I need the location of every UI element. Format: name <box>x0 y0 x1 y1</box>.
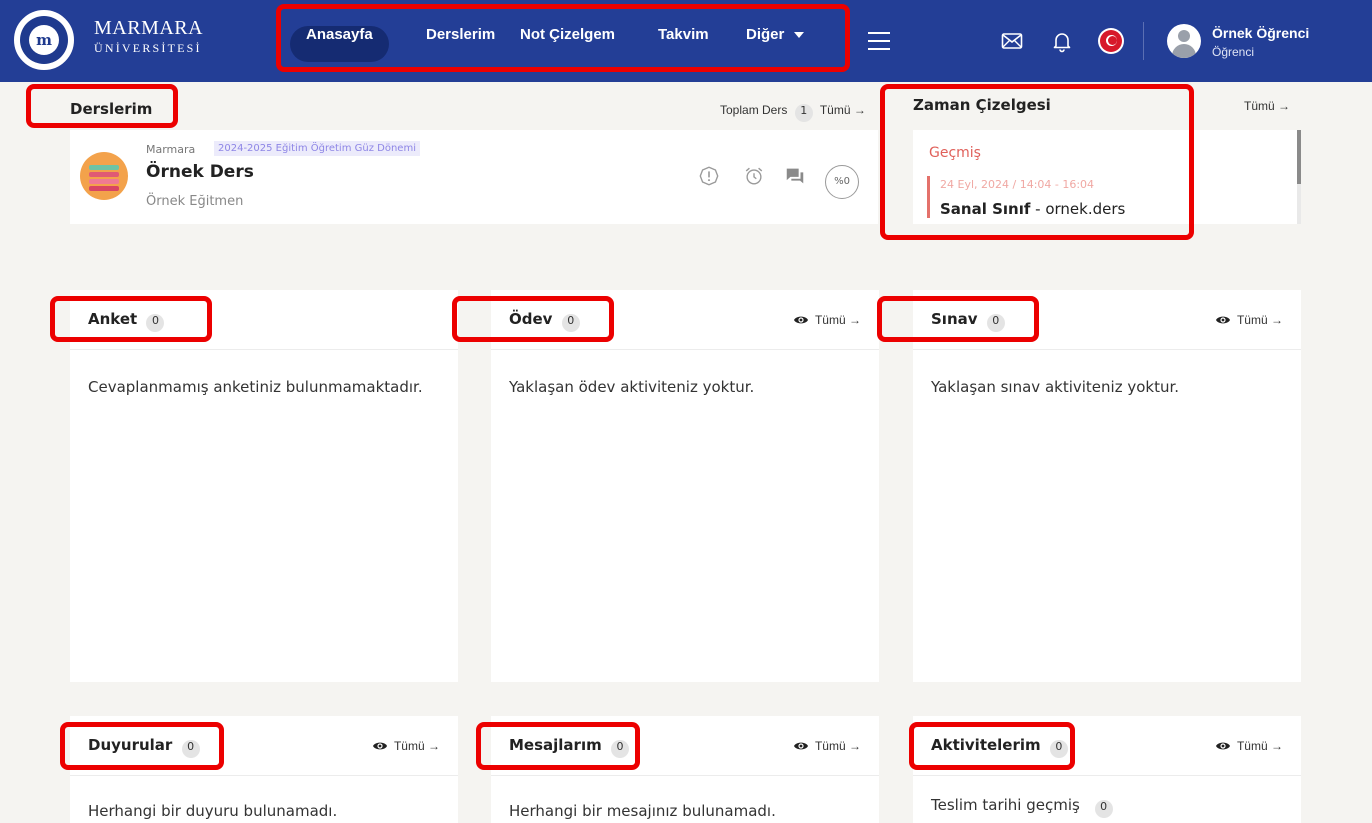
logo-letter: m <box>29 25 59 55</box>
mesajlarim-title: Mesajlarım 0 <box>509 736 633 758</box>
mesajlarim-widget: Mesajlarım 0 Tümü → Herhangi bir mesajın… <box>491 716 879 823</box>
mesajlarim-count: 0 <box>610 740 629 758</box>
sinav-count: 0 <box>986 314 1005 332</box>
total-courses: Toplam Ders 1 Tümü → <box>720 103 866 122</box>
duyurular-widget: Duyurular 0 Tümü → Herhangi bir duyuru b… <box>70 716 458 823</box>
total-courses-label: Toplam Ders <box>720 103 788 117</box>
anket-title: Anket 0 <box>88 310 168 332</box>
timeline-bar <box>927 176 930 218</box>
bell-icon[interactable] <box>1050 29 1074 53</box>
odev-count: 0 <box>561 314 580 332</box>
odev-empty-text: Yaklaşan ödev aktiviteniz yoktur. <box>509 378 755 396</box>
eye-icon <box>793 316 808 324</box>
menu-icon[interactable] <box>868 32 890 50</box>
eye-icon <box>793 742 808 750</box>
sinav-all-link[interactable]: Tümü → <box>1215 313 1283 327</box>
nav-derslerim[interactable]: Derslerim <box>410 26 511 62</box>
alarm-clock-icon[interactable] <box>743 165 765 187</box>
aktivitelerim-all-link[interactable]: Tümü → <box>1215 739 1283 753</box>
courses-all-link[interactable]: Tümü <box>820 103 851 117</box>
sinav-widget-header: Sınav 0 Tümü → <box>913 290 1301 350</box>
nav-diger[interactable]: Diğer <box>730 26 820 62</box>
alert-icon[interactable] <box>698 165 720 187</box>
user-role: Öğrenci <box>1212 45 1255 59</box>
odev-title: Ödev 0 <box>509 310 584 332</box>
course-term-badge: 2024-2025 Eğitim Öğretim Güz Dönemi <box>214 141 420 156</box>
anket-widget-header: Anket 0 <box>70 290 458 350</box>
overdue-count: 0 <box>1094 800 1113 818</box>
courses-section-title: Derslerim <box>70 100 153 118</box>
mesajlarim-widget-header: Mesajlarım 0 Tümü → <box>491 716 879 776</box>
logo-ring: m <box>20 16 68 64</box>
arrow-right-icon[interactable]: → <box>854 103 866 117</box>
nav-diger-label: Diğer <box>746 26 785 43</box>
overdue-row[interactable]: Teslim tarihi geçmiş 0 <box>931 796 1117 818</box>
sinav-empty-text: Yaklaşan sınav aktiviteniz yoktur. <box>931 378 1180 396</box>
course-title[interactable]: Örnek Ders <box>146 162 254 182</box>
chat-icon[interactable] <box>784 165 806 187</box>
nav-anasayfa[interactable]: Anasayfa <box>290 26 389 62</box>
arrow-right-icon: → <box>1278 99 1291 113</box>
timeline-event-type: Sanal Sınıf <box>940 200 1031 218</box>
timeline-scrollbar[interactable] <box>1297 130 1301 224</box>
eye-icon <box>1215 742 1230 750</box>
eye-icon <box>372 742 387 750</box>
mesajlarim-all-link[interactable]: Tümü → <box>793 739 861 753</box>
timeline-all-label: Tümü <box>1244 99 1275 113</box>
anket-count: 0 <box>146 314 165 332</box>
eye-icon <box>1215 316 1230 324</box>
header-divider <box>1143 22 1144 60</box>
aktivitelerim-widget-header: Aktivitelerim 0 Tümü → <box>913 716 1301 776</box>
course-org: Marmara <box>146 143 196 156</box>
chevron-down-icon <box>794 32 805 39</box>
timeline-title: Zaman Çizelgesi <box>913 96 1051 114</box>
duyurular-empty-text: Herhangi bir duyuru bulunamadı. <box>88 802 338 820</box>
course-progress: %0 <box>825 165 859 199</box>
overdue-label: Teslim tarihi geçmiş <box>931 796 1080 814</box>
course-instructor: Örnek Eğitmen <box>146 194 244 209</box>
timeline-event-date: 24 Eyl, 2024 / 14:04 - 16:04 <box>940 178 1095 191</box>
duyurular-title: Duyurular 0 <box>88 736 204 758</box>
total-courses-count: 1 <box>794 104 813 122</box>
timeline-all-link[interactable]: Tümü → <box>1244 99 1290 113</box>
duyurular-all-link[interactable]: Tümü → <box>372 739 440 753</box>
odev-all-link[interactable]: Tümü → <box>793 313 861 327</box>
aktivitelerim-title: Aktivitelerim 0 <box>931 736 1072 758</box>
timeline-group-label: Geçmiş <box>929 145 981 161</box>
nav-takvim[interactable]: Takvim <box>642 26 725 62</box>
turkey-flag-icon[interactable] <box>1098 28 1124 54</box>
timeline-box: Geçmiş 24 Eyl, 2024 / 14:04 - 16:04 Sana… <box>913 130 1301 224</box>
books-icon[interactable] <box>80 152 128 200</box>
sinav-title: Sınav 0 <box>931 310 1009 332</box>
avatar[interactable] <box>1167 24 1201 58</box>
aktivitelerim-widget: Aktivitelerim 0 Tümü → Teslim tarihi geç… <box>913 716 1301 823</box>
user-name[interactable]: Örnek Öğrenci <box>1212 25 1309 41</box>
mesajlarim-empty-text: Herhangi bir mesajınız bulunamadı. <box>509 802 776 820</box>
duyurular-widget-header: Duyurular 0 Tümü → <box>70 716 458 776</box>
brand-name[interactable]: MARMARA <box>94 17 203 40</box>
mail-icon[interactable] <box>1000 29 1024 53</box>
odev-widget: Ödev 0 Tümü → Yaklaşan ödev aktiviteniz … <box>491 290 879 682</box>
university-logo[interactable]: m <box>14 10 74 70</box>
sinav-widget: Sınav 0 Tümü → Yaklaşan sınav aktiviteni… <box>913 290 1301 682</box>
odev-widget-header: Ödev 0 Tümü → <box>491 290 879 350</box>
anket-empty-text: Cevaplanmamış anketiniz bulunmamaktadır. <box>88 378 423 396</box>
aktivitelerim-count: 0 <box>1049 740 1068 758</box>
duyurular-count: 0 <box>181 740 200 758</box>
course-card[interactable]: Marmara 2024-2025 Eğitim Öğretim Güz Dön… <box>70 130 878 224</box>
timeline-event-separator: - <box>1030 200 1046 218</box>
timeline-event-course: ornek.ders <box>1045 200 1126 218</box>
anket-widget: Anket 0 Cevaplanmamış anketiniz bulunmam… <box>70 290 458 682</box>
top-navbar: m MARMARA ÜNİVERSİTESİ Anasayfa Dersleri… <box>0 0 1372 82</box>
nav-not-cizelgem[interactable]: Not Çizelgem <box>504 26 631 62</box>
brand-subtitle: ÜNİVERSİTESİ <box>94 41 202 55</box>
timeline-event[interactable]: Sanal Sınıf - ornek.ders <box>940 200 1125 218</box>
